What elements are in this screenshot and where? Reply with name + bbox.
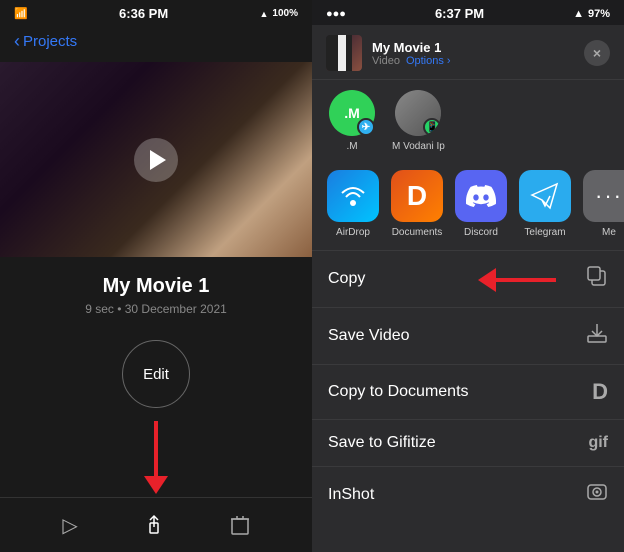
contact-avatar-m: .M ✈: [329, 90, 375, 136]
share-subtitle: Video Options ›: [372, 55, 451, 67]
video-thumbnail[interactable]: [0, 62, 312, 257]
movie-thumb-stripe: [338, 35, 346, 71]
action-save-gifitize[interactable]: Save to Gifitize gif: [312, 420, 624, 467]
copy-documents-label: Copy to Documents: [328, 383, 469, 401]
action-save-video[interactable]: Save Video: [312, 308, 624, 365]
action-copy-documents[interactable]: Copy to Documents D: [312, 365, 624, 420]
gps-icon: ▲: [260, 9, 269, 19]
share-title: My Movie 1: [372, 40, 451, 55]
arrow-shaft: [154, 421, 158, 476]
edit-button[interactable]: Edit: [122, 340, 190, 408]
nav-bar: ‹ Projects: [0, 25, 312, 62]
action-inshot[interactable]: InShot: [312, 467, 624, 523]
arrow-annotation-left: [144, 421, 168, 494]
left-panel: 📶 6:36 PM ▲ 100% ‹ Projects My Movie 1 9…: [0, 0, 312, 552]
edit-button-wrap: Edit: [0, 326, 312, 418]
app-item-documents[interactable]: D Documents: [390, 170, 444, 238]
whatsapp-badge: 📱: [423, 118, 441, 136]
inshot-label: InShot: [328, 486, 374, 504]
inshot-icon: [586, 481, 608, 509]
right-status-right: ▲ 97%: [573, 8, 610, 20]
movie-thumb-small: [326, 35, 362, 71]
bottom-toolbar: ▷: [0, 497, 312, 552]
app-name-more: Me: [602, 227, 616, 238]
arrow-annotation-right: [478, 268, 556, 292]
movie-meta: 9 sec • 30 December 2021: [14, 302, 298, 316]
left-status-icons: 📶: [14, 7, 28, 20]
wifi-icon: 📶: [14, 7, 28, 20]
movie-title: My Movie 1: [14, 275, 298, 298]
contact-item-vodani[interactable]: 📱 M Vodani Ip: [392, 90, 445, 152]
share-movie-info: My Movie 1 Video Options ›: [326, 35, 451, 71]
share-toolbar-icon[interactable]: [143, 514, 165, 536]
play-button[interactable]: [134, 138, 178, 182]
battery-left: 100%: [272, 8, 298, 19]
gifitize-icon: gif: [588, 434, 608, 452]
contact-avatar-vodani: 📱: [395, 90, 441, 136]
documents-icon: D: [391, 170, 443, 222]
back-button[interactable]: ‹ Projects: [14, 31, 77, 52]
telegram-icon: [519, 170, 571, 222]
app-item-telegram[interactable]: Telegram: [518, 170, 572, 238]
battery-right: 97%: [588, 8, 610, 20]
contact-avatar-img-vodani: 📱: [395, 90, 441, 136]
right-status-icons: ▲ 100%: [260, 8, 299, 19]
app-item-more[interactable]: ··· Me: [582, 170, 624, 238]
right-panel: ●●● 6:37 PM ▲ 97% My Movie 1 Video Optio…: [312, 0, 624, 552]
arrow-head-left-icon: [478, 268, 496, 292]
app-item-airdrop[interactable]: AirDrop: [326, 170, 380, 238]
contacts-row: .M ✈ .M 📱 M Vodani Ip: [312, 80, 624, 162]
copy-label: Copy: [328, 270, 365, 288]
airdrop-icon: [327, 170, 379, 222]
gps-right-icon: ▲: [573, 8, 584, 20]
action-copy[interactable]: Copy: [312, 251, 624, 308]
apps-row: AirDrop D Documents Discord Telegram: [312, 162, 624, 251]
options-link[interactable]: Options ›: [406, 55, 451, 67]
app-name-documents: Documents: [392, 227, 443, 238]
status-bar-left: 📶 6:36 PM ▲ 100%: [0, 0, 312, 25]
arrow-head-down-icon: [144, 476, 168, 494]
right-status-left-icons: ●●●: [326, 8, 346, 20]
time-left: 6:36 PM: [119, 6, 168, 21]
more-icon: ···: [583, 170, 624, 222]
arrow-shaft-h: [496, 278, 556, 282]
app-name-telegram: Telegram: [524, 227, 565, 238]
status-bar-right: ●●● 6:37 PM ▲ 97%: [312, 0, 624, 25]
copy-icon: [586, 265, 608, 293]
contact-badge-telegram: ✈: [357, 118, 375, 136]
actions-list: Copy Save Video Copy to Documents D: [312, 251, 624, 552]
play-triangle-icon: [150, 150, 166, 170]
time-right: 6:37 PM: [435, 6, 484, 21]
signal-icon: ●●●: [326, 8, 346, 20]
contact-name-vodani: M Vodani Ip: [392, 141, 445, 152]
contact-item-m[interactable]: .M ✈ .M: [326, 90, 378, 152]
back-label: Projects: [23, 33, 77, 50]
share-sheet-header: My Movie 1 Video Options › ×: [312, 25, 624, 80]
movie-info: My Movie 1 9 sec • 30 December 2021: [0, 257, 312, 326]
app-name-airdrop: AirDrop: [336, 227, 370, 238]
app-name-discord: Discord: [464, 227, 498, 238]
app-item-discord[interactable]: Discord: [454, 170, 508, 238]
video-label: Video: [372, 55, 400, 67]
copy-documents-icon: D: [592, 379, 608, 405]
share-title-group: My Movie 1 Video Options ›: [372, 40, 451, 67]
contact-initials-m: .M: [344, 105, 360, 121]
save-video-icon: [586, 322, 608, 350]
back-chevron-icon: ‹: [14, 31, 20, 52]
save-video-label: Save Video: [328, 327, 410, 345]
save-gifitize-label: Save to Gifitize: [328, 434, 436, 452]
play-toolbar-icon[interactable]: ▷: [62, 513, 77, 538]
discord-icon: [455, 170, 507, 222]
contact-name-m: .M: [346, 141, 357, 152]
delete-toolbar-icon[interactable]: [230, 514, 250, 536]
close-button[interactable]: ×: [584, 40, 610, 66]
